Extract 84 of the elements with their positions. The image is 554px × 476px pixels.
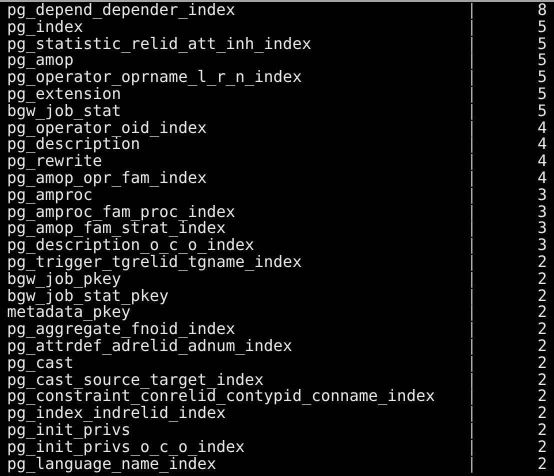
- count-value: 2: [536, 372, 547, 388]
- column-separator: |: [467, 456, 478, 472]
- column-separator: |: [467, 170, 478, 187]
- column-separator: |: [467, 288, 478, 304]
- index-name: pg_index_indrelid_index: [7, 405, 226, 422]
- count-value: 5: [536, 86, 547, 103]
- index-name: pg_rewrite: [7, 153, 102, 170]
- column-separator: |: [467, 321, 478, 338]
- index-name: pg_amproc: [7, 186, 93, 204]
- column-separator: |: [467, 422, 478, 439]
- index-name: pg_amop_fam_strat_index: [7, 220, 226, 238]
- index-name: pg_amop_opr_fam_index: [7, 170, 208, 187]
- count-value: 3: [536, 220, 547, 238]
- column-separator: |: [467, 338, 478, 355]
- count-value: 2: [536, 388, 547, 406]
- index-name: bgw_job_stat_pkey: [7, 288, 170, 304]
- count-value: 3: [536, 186, 547, 204]
- column-separator: |: [467, 186, 478, 204]
- index-name: pg_description_o_c_o_index: [7, 237, 256, 254]
- count-value: 5: [536, 69, 547, 86]
- count-value: 5: [536, 52, 547, 70]
- count-value: 2: [536, 405, 547, 422]
- count-value: 8: [536, 2, 547, 19]
- count-value: 5: [536, 102, 547, 120]
- column-separator: |: [467, 2, 478, 19]
- index-name: pg_depend_depender_index: [7, 2, 236, 19]
- index-name: pg_init_privs_o_c_o_index: [7, 438, 246, 456]
- index-name: pg_statistic_relid_att_inh_index: [7, 36, 312, 52]
- index-name: pg_trigger_tgrelid_tgname_index: [7, 254, 303, 271]
- column-separator: |: [467, 69, 478, 86]
- index-name: pg_language_name_index: [7, 456, 216, 472]
- index-name: pg_description: [7, 136, 140, 154]
- column-separator: |: [467, 254, 478, 271]
- column-separator: |: [467, 372, 478, 388]
- count-value: 5: [536, 36, 547, 52]
- count-value: 2: [536, 422, 547, 439]
- count-value: 3: [536, 237, 547, 254]
- column-separator: |: [467, 354, 478, 372]
- count-value: 4: [536, 136, 547, 154]
- index-name: pg_amproc_fam_proc_index: [7, 204, 236, 220]
- count-value: 2: [536, 304, 547, 322]
- column-separator: |: [467, 52, 478, 70]
- column-separator: |: [467, 388, 478, 406]
- column-separator: |: [467, 18, 478, 36]
- index-name: pg_cast: [7, 354, 74, 372]
- index-name: pg_index: [7, 18, 84, 36]
- index-name: pg_amop: [7, 52, 74, 70]
- index-name: pg_aggregate_fnoid_index: [7, 321, 236, 338]
- count-value: 2: [536, 321, 547, 338]
- index-name: pg_attrdef_adrelid_adnum_index: [7, 338, 294, 355]
- column-separator: |: [467, 270, 478, 288]
- index-name: pg_extension: [7, 86, 122, 103]
- column-separator: |: [467, 237, 478, 254]
- count-value: 4: [536, 170, 547, 187]
- column-separator: |: [467, 36, 478, 52]
- column-separator: |: [467, 405, 478, 422]
- count-value: 2: [536, 456, 547, 472]
- column-separator: |: [467, 102, 478, 120]
- count-value: 2: [536, 338, 547, 355]
- column-separator: |: [467, 438, 478, 456]
- count-value: 2: [536, 288, 547, 304]
- count-value: 2: [536, 438, 547, 456]
- index-name: pg_operator_oid_index: [7, 120, 208, 136]
- index-name: pg_cast_source_target_index: [7, 372, 264, 388]
- count-value: 4: [536, 153, 547, 170]
- index-name: bgw_job_stat: [7, 102, 122, 120]
- column-separator: |: [467, 304, 478, 322]
- column-separator: |: [467, 136, 478, 154]
- index-name: pg_constraint_conrelid_contypid_conname_index: [7, 388, 436, 406]
- column-separator: |: [467, 204, 478, 220]
- column-separator: |: [467, 153, 478, 170]
- count-value: 4: [536, 120, 547, 136]
- column-separator: |: [467, 120, 478, 136]
- count-value: 2: [536, 354, 547, 372]
- count-value: 3: [536, 204, 547, 220]
- index-name: pg_operator_oprname_l_r_n_index: [7, 69, 303, 86]
- count-value: 2: [536, 270, 547, 288]
- index-name: bgw_job_pkey: [7, 270, 122, 288]
- count-value: 5: [536, 18, 547, 36]
- count-value: 2: [536, 254, 547, 271]
- index-name: pg_init_privs: [7, 422, 131, 439]
- column-separator: |: [467, 220, 478, 238]
- index-name: metadata_pkey: [7, 304, 131, 322]
- column-separator: |: [467, 86, 478, 103]
